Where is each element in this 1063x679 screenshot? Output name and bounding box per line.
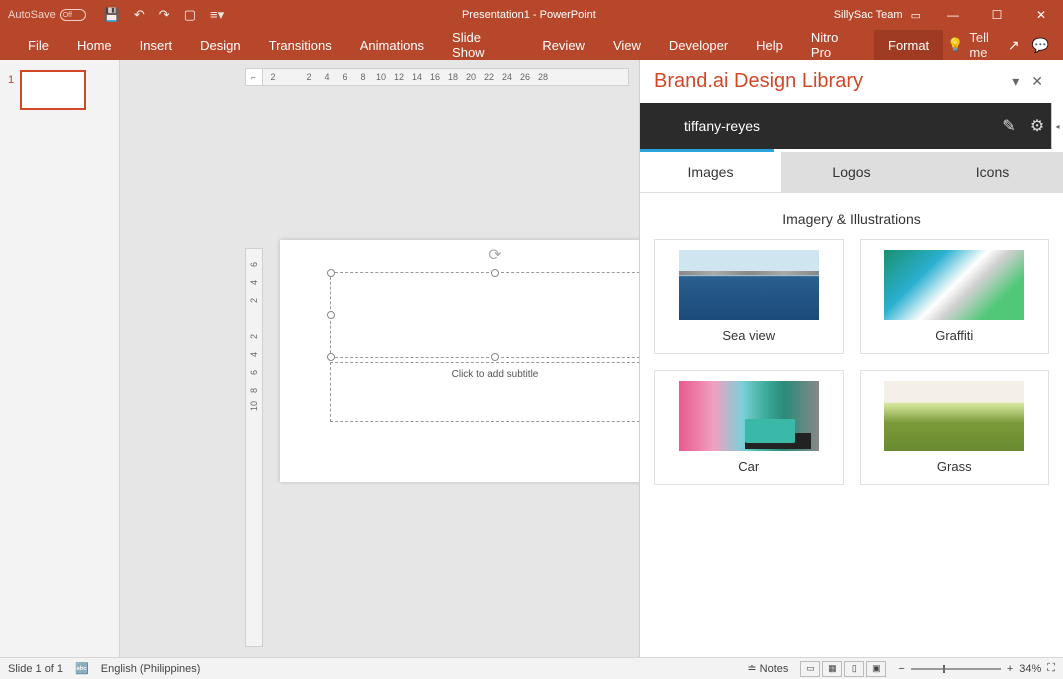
library-tab-icons[interactable]: Icons: [922, 152, 1063, 192]
title-placeholder[interactable]: ⟳: [330, 272, 639, 358]
ribbon-display-icon[interactable]: ▭: [911, 9, 921, 22]
subtitle-placeholder[interactable]: Click to add subtitle: [330, 362, 639, 422]
redo-icon[interactable]: ↷: [159, 7, 170, 23]
slide-thumb-number: 1: [8, 70, 14, 647]
maximize-button[interactable]: ☐: [975, 0, 1019, 30]
resize-handle[interactable]: [491, 353, 499, 361]
image-thumbnail: [679, 250, 819, 320]
autosave-toggle[interactable]: Off: [60, 9, 86, 21]
sidepanel-title: Brand.ai Design Library: [654, 70, 1006, 93]
list-dropdown-icon[interactable]: ≡▾: [210, 7, 224, 23]
tab-insert[interactable]: Insert: [126, 30, 187, 60]
edit-icon[interactable]: ✎: [995, 116, 1023, 136]
image-card-grass[interactable]: Grass: [860, 370, 1050, 485]
image-card-graffiti[interactable]: Graffiti: [860, 239, 1050, 354]
title-bar: AutoSave Off 💾 ↶ ↷ ▢ ≡▾ Presentation1 - …: [0, 0, 1063, 30]
tab-file[interactable]: File: [14, 30, 63, 60]
zoom-percentage[interactable]: 34%: [1019, 663, 1041, 675]
sidepanel-header: Brand.ai Design Library ▾ ✕: [640, 60, 1063, 103]
notes-toggle[interactable]: ≐ Notes: [747, 662, 788, 675]
comments-icon[interactable]: 💬: [1032, 37, 1049, 54]
tell-me-search[interactable]: 💡 Tell me: [947, 30, 1008, 60]
tab-slideshow[interactable]: Slide Show: [438, 30, 528, 60]
close-button[interactable]: ✕: [1019, 0, 1063, 30]
image-caption: Sea view: [661, 328, 837, 347]
image-card-sea-view[interactable]: Sea view: [654, 239, 844, 354]
vertical-ruler: 642246810: [245, 248, 263, 647]
tab-review[interactable]: Review: [528, 30, 599, 60]
image-thumbnail: [679, 381, 819, 451]
image-grid: Sea view Graffiti Car Grass: [654, 239, 1049, 485]
gear-icon[interactable]: ⚙: [1023, 116, 1051, 136]
slide-thumbnail-pane[interactable]: 1: [0, 60, 120, 657]
image-caption: Grass: [867, 459, 1043, 478]
rotation-handle-icon[interactable]: ⟳: [488, 245, 501, 265]
resize-handle[interactable]: [327, 353, 335, 361]
fit-to-window-icon[interactable]: ⛶: [1047, 662, 1055, 675]
tab-home[interactable]: Home: [63, 30, 126, 60]
image-thumbnail: [884, 250, 1024, 320]
window-controls: — ☐ ✕: [931, 0, 1063, 30]
ribbon-tabs: File Home Insert Design Transitions Anim…: [0, 30, 1063, 60]
account-area[interactable]: SillySac Team ▭: [824, 9, 931, 22]
start-from-beginning-icon[interactable]: ▢: [184, 7, 196, 23]
zoom-controls: − + 34% ⛶: [898, 662, 1055, 675]
tab-animations[interactable]: Animations: [346, 30, 438, 60]
resize-handle[interactable]: [327, 269, 335, 277]
image-caption: Graffiti: [867, 328, 1043, 347]
autosave-control[interactable]: AutoSave Off: [0, 9, 94, 21]
share-icon[interactable]: ↗: [1008, 37, 1020, 54]
tab-transitions[interactable]: Transitions: [255, 30, 346, 60]
library-tab-images[interactable]: Images: [640, 152, 781, 192]
image-thumbnail: [884, 381, 1024, 451]
image-caption: Car: [661, 459, 837, 478]
library-tabs: Images Logos Icons: [640, 152, 1063, 193]
slideshow-view-icon[interactable]: ▣: [866, 661, 886, 677]
zoom-out-button[interactable]: −: [898, 663, 904, 675]
team-name: SillySac Team: [834, 9, 903, 21]
username: tiffany-reyes: [660, 118, 995, 134]
spellcheck-icon[interactable]: 🔤: [75, 662, 89, 675]
panel-collapse-handle[interactable]: ◂: [1051, 103, 1063, 149]
slide-canvas[interactable]: ⟳ Click to add subtitle: [280, 240, 639, 482]
library-tab-logos[interactable]: Logos: [781, 152, 922, 192]
tab-design[interactable]: Design: [186, 30, 254, 60]
undo-icon[interactable]: ↶: [134, 7, 145, 23]
library-body: Imagery & Illustrations Sea view Graffit…: [640, 193, 1063, 657]
resize-handle[interactable]: [491, 269, 499, 277]
tab-format[interactable]: Format: [874, 30, 943, 60]
zoom-slider[interactable]: [911, 668, 1001, 670]
slide-counter[interactable]: Slide 1 of 1: [8, 663, 63, 675]
minimize-button[interactable]: —: [931, 0, 975, 30]
quick-access-toolbar: 💾 ↶ ↷ ▢ ≡▾: [94, 7, 234, 23]
image-card-car[interactable]: Car: [654, 370, 844, 485]
lightbulb-icon: 💡: [947, 37, 963, 53]
status-bar: Slide 1 of 1 🔤 English (Philippines) ≐ N…: [0, 657, 1063, 679]
slide-sorter-icon[interactable]: ▦: [822, 661, 842, 677]
library-section-title: Imagery & Illustrations: [654, 205, 1049, 239]
panel-close-icon[interactable]: ✕: [1025, 73, 1049, 90]
normal-view-icon[interactable]: ▭: [800, 661, 820, 677]
reading-view-icon[interactable]: ▯: [844, 661, 864, 677]
subtitle-prompt-text: Click to add subtitle: [452, 369, 539, 380]
save-icon[interactable]: 💾: [104, 7, 120, 23]
view-buttons: ▭ ▦ ▯ ▣: [800, 661, 886, 677]
tab-developer[interactable]: Developer: [655, 30, 742, 60]
tab-help[interactable]: Help: [742, 30, 797, 60]
slide-canvas-area: ⌐ 42246810121416182022242628 642246810 ⟳…: [120, 60, 639, 657]
panel-dropdown-icon[interactable]: ▾: [1006, 73, 1025, 90]
autosave-label: AutoSave: [8, 9, 56, 21]
brand-ai-panel: Brand.ai Design Library ▾ ✕ tiffany-reye…: [639, 60, 1063, 657]
slide-thumbnail-1[interactable]: [20, 70, 86, 110]
work-area: 1 ⌐ 42246810121416182022242628 642246810…: [0, 60, 1063, 657]
tell-me-label: Tell me: [969, 30, 1007, 60]
horizontal-ruler: ⌐ 42246810121416182022242628: [245, 68, 629, 86]
zoom-in-button[interactable]: +: [1007, 663, 1013, 675]
tab-nitropro[interactable]: Nitro Pro: [797, 30, 874, 60]
language-indicator[interactable]: English (Philippines): [101, 663, 201, 675]
resize-handle[interactable]: [327, 311, 335, 319]
document-title: Presentation1 - PowerPoint: [234, 9, 824, 21]
tab-view[interactable]: View: [599, 30, 655, 60]
user-bar: tiffany-reyes ✎ ⚙ ◂: [640, 103, 1063, 149]
